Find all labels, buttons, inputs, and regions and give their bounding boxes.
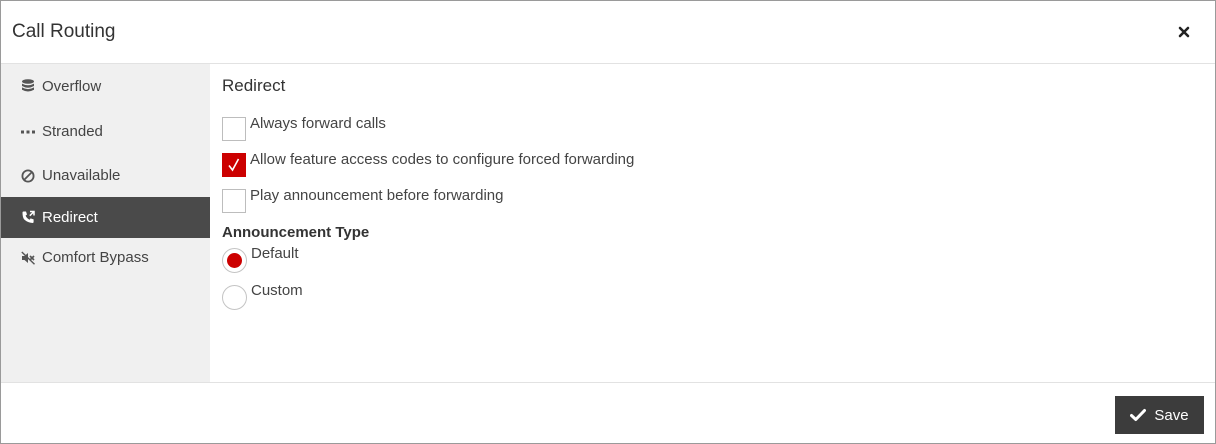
play-announcement-checkbox-row[interactable]: Play announcement before forwarding [222,187,504,214]
check-icon [1130,408,1147,422]
redirect-panel: Redirect Always forward calls Allow feat… [210,64,1215,382]
sidebar-item-comfort-bypass[interactable]: Comfort Bypass [1,237,210,278]
sidebar: Overflow Stranded Unavailable Redirect C… [1,64,210,382]
database-icon [20,79,36,95]
radio-label: Custom [251,282,303,299]
sidebar-item-redirect[interactable]: Redirect [1,197,210,238]
always-forward-checkbox-row[interactable]: Always forward calls [222,115,386,142]
sidebar-item-label: Comfort Bypass [42,249,149,266]
allow-feature-codes-checkbox[interactable] [222,153,246,177]
sidebar-item-label: Stranded [42,123,103,140]
ellipsis-icon [20,124,36,140]
close-icon [1178,26,1190,38]
section-title: Redirect [222,76,286,95]
radio-custom-row[interactable]: Custom [222,282,303,311]
radio-label: Default [251,245,299,262]
sidebar-item-overflow[interactable]: Overflow [1,66,210,107]
save-button-label: Save [1154,406,1189,424]
call-routing-dialog: Call Routing Overflow Stranded Unavailab… [0,0,1216,444]
radio-custom[interactable] [222,285,247,310]
dialog-footer: Save [1,382,1215,443]
save-button[interactable]: Save [1115,396,1204,434]
dialog-header: Call Routing [1,1,1215,64]
ban-icon [20,168,36,184]
always-forward-checkbox[interactable] [222,117,246,141]
radio-selected-dot [227,253,242,268]
sidebar-item-label: Overflow [42,78,102,95]
sidebar-item-label: Unavailable [42,167,121,184]
sidebar-item-unavailable[interactable]: Unavailable [1,155,210,196]
radio-default-row[interactable]: Default [222,245,299,274]
announcement-type-label: Announcement Type [222,224,370,241]
checkmark-icon [228,158,240,172]
mute-icon [20,250,36,266]
checkbox-label: Always forward calls [250,115,386,132]
close-button[interactable] [1173,21,1195,43]
phone-forward-icon [20,210,36,226]
sidebar-item-stranded[interactable]: Stranded [1,111,210,152]
radio-default[interactable] [222,248,247,273]
dialog-title: Call Routing [12,21,116,42]
sidebar-item-label: Redirect [42,209,98,226]
play-announcement-checkbox[interactable] [222,189,246,213]
checkbox-label: Play announcement before forwarding [250,187,504,204]
checkbox-label: Allow feature access codes to configure … [250,151,635,168]
allow-feature-codes-checkbox-row[interactable]: Allow feature access codes to configure … [222,151,635,178]
